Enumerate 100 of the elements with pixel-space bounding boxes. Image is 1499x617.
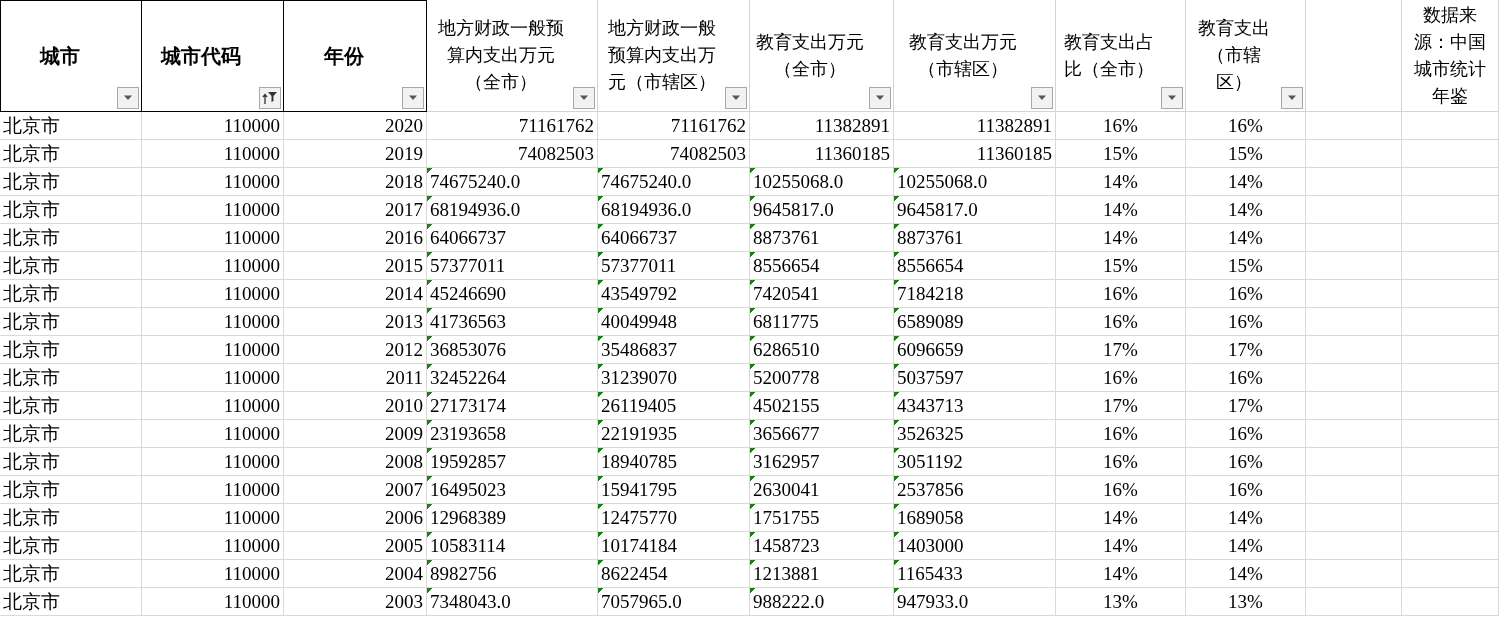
table-cell: 26119405 [598,392,750,420]
table-cell: 7348043.0 [427,588,598,616]
table-cell: 3526325 [894,420,1056,448]
table-cell: 北京市 [0,532,142,560]
table-cell: 8982756 [427,560,598,588]
table-cell: 6589089 [894,308,1056,336]
dropdown-arrow-icon [875,95,885,101]
table-cell: 110000 [142,364,284,392]
table-cell: 110000 [142,224,284,252]
table-cell: 17% [1186,336,1306,364]
filter-button[interactable] [1281,87,1303,109]
table-cell: 16% [1056,364,1186,392]
table-cell: 6811775 [750,308,894,336]
table-cell: 36853076 [427,336,598,364]
table-cell: 19592857 [427,448,598,476]
table-cell: 2008 [284,448,427,476]
table-cell: 16% [1056,280,1186,308]
table-cell: 4343713 [894,392,1056,420]
table-cell: 3051192 [894,448,1056,476]
table-cell: 110000 [142,168,284,196]
table-cell: 北京市 [0,476,142,504]
table-cell: 110000 [142,504,284,532]
table-cell: 57377011 [598,252,750,280]
table-cell: 2010 [284,392,427,420]
table-cell: 16% [1186,420,1306,448]
table-cell: 15% [1056,140,1186,168]
table-cell: 71161762 [427,112,598,140]
table-cell: 68194936.0 [427,196,598,224]
table-cell: 5200778 [750,364,894,392]
sort-filter-button[interactable] [259,87,281,109]
table-cell: 110000 [142,588,284,616]
table-cell: 14% [1056,168,1186,196]
table-cell: 北京市 [0,560,142,588]
table-cell: 16% [1056,308,1186,336]
table-cell: 15% [1056,252,1186,280]
table-cell: 北京市 [0,308,142,336]
table-cell: 6096659 [894,336,1056,364]
table-cell: 110000 [142,196,284,224]
table-cell: 2537856 [894,476,1056,504]
table-cell: 16% [1056,476,1186,504]
filter-button[interactable] [725,87,747,109]
table-cell: 16% [1186,280,1306,308]
table-cell: 2012 [284,336,427,364]
table-cell: 11382891 [750,112,894,140]
table-cell: 14% [1056,224,1186,252]
filter-button[interactable] [869,87,891,109]
table-cell: 北京市 [0,588,142,616]
filter-button[interactable] [402,87,424,109]
table-cell: 40049948 [598,308,750,336]
table-cell: 2009 [284,420,427,448]
filter-button[interactable] [1031,87,1053,109]
table-cell: 15941795 [598,476,750,504]
table-cell: 8873761 [894,224,1056,252]
dropdown-arrow-icon [1167,95,1177,101]
table-cell: 14% [1056,504,1186,532]
table-cell: 9645817.0 [894,196,1056,224]
table-cell: 8556654 [750,252,894,280]
table-cell: 74675240.0 [427,168,598,196]
table-cell: 2018 [284,168,427,196]
table-cell: 14% [1056,196,1186,224]
table-cell: 110000 [142,560,284,588]
table-cell: 110000 [142,448,284,476]
table-cell: 北京市 [0,224,142,252]
table-cell: 35486837 [598,336,750,364]
table-cell: 68194936.0 [598,196,750,224]
table-cell: 14% [1186,168,1306,196]
table-cell: 北京市 [0,392,142,420]
table-cell: 8556654 [894,252,1056,280]
table-cell: 北京市 [0,280,142,308]
table-cell: 947933.0 [894,588,1056,616]
table-cell: 16% [1056,448,1186,476]
table-cell: 1165433 [894,560,1056,588]
filter-button[interactable] [117,87,139,109]
filter-button[interactable] [1161,87,1183,109]
table-cell: 8622454 [598,560,750,588]
table-cell: 北京市 [0,140,142,168]
dropdown-arrow-icon [579,95,589,101]
table-cell: 2005 [284,532,427,560]
table-cell: 110000 [142,140,284,168]
table-cell: 74082503 [598,140,750,168]
table-cell: 北京市 [0,364,142,392]
table-cell: 北京市 [0,504,142,532]
table-cell: 16% [1056,420,1186,448]
table-cell: 15% [1186,140,1306,168]
table-cell: 14% [1186,196,1306,224]
table-cell: 110000 [142,308,284,336]
table-cell: 17% [1186,392,1306,420]
table-cell: 16% [1186,308,1306,336]
filter-button[interactable] [573,87,595,109]
table-cell: 12475770 [598,504,750,532]
table-cell: 110000 [142,532,284,560]
table-cell: 14% [1186,560,1306,588]
table-cell: 110000 [142,112,284,140]
table-cell: 10255068.0 [894,168,1056,196]
table-cell: 110000 [142,476,284,504]
table-cell: 17% [1056,336,1186,364]
table-cell: 北京市 [0,252,142,280]
table-cell: 110000 [142,392,284,420]
header-label: 城市代码 [161,43,241,69]
table-cell: 15% [1186,252,1306,280]
